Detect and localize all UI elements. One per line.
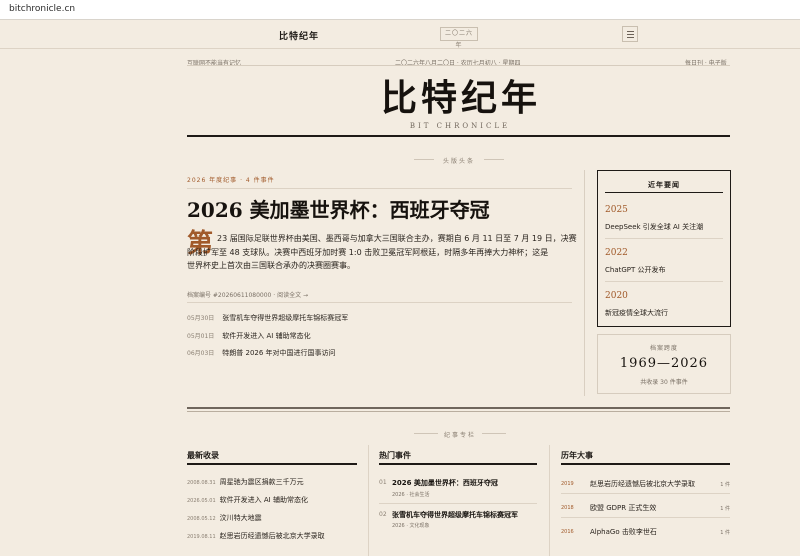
related-date: 05月01日 [187, 333, 215, 340]
divider [561, 493, 730, 494]
related-date: 05月30日 [187, 315, 215, 322]
item-title[interactable]: 赵思岩历经遗憾后被北京大学录取 [220, 532, 325, 540]
list-item[interactable]: 2026.05.01 软件开发进入 AI 辅助常态化 [187, 495, 308, 505]
section-label: 头版头条 [442, 158, 475, 165]
lead-headline[interactable]: 2026 美加墨世界杯：西班牙夺冠 [187, 196, 490, 224]
history-title[interactable]: AlphaGo 击败李世石 [590, 527, 657, 537]
history-year: 2018 [561, 505, 574, 511]
hot-sub: 2026 · 文化现象 [392, 523, 430, 529]
divider [561, 463, 730, 465]
history-count: 1 件 [720, 482, 730, 488]
related-item[interactable]: 05月01日 软件开发进入 AI 辅助常态化 [187, 331, 311, 341]
divider [484, 159, 504, 160]
divider [187, 188, 572, 189]
url-text[interactable]: bitchronicle.cn [9, 4, 75, 14]
address-bar[interactable] [0, 0, 800, 20]
item-date: 2026.05.01 [187, 498, 216, 504]
col-title-history: 历年大事 [561, 450, 593, 460]
lead-body-line: 世界杯史上首次由三国联合承办的决赛圈赛事。 [187, 261, 355, 270]
sidebar-title: 近年要闻 [648, 180, 680, 189]
divider [414, 159, 434, 160]
column-divider [549, 445, 550, 556]
archive-line: 档案编号 #20260611080000 · 阅读全文 → [187, 290, 308, 299]
history-count: 1 件 [720, 530, 730, 536]
history-title[interactable]: 欧盟 GDPR 正式生效 [590, 503, 656, 513]
related-item[interactable]: 05月30日 张雪机车夺得世界超级摩托车锦标赛冠军 [187, 313, 348, 323]
divider [379, 463, 537, 465]
history-year: 2019 [561, 481, 574, 487]
column-divider [584, 170, 585, 396]
related-title[interactable]: 张雪机车夺得世界超级摩托车锦标赛冠军 [222, 314, 348, 322]
lead-meta: 2026 年度纪事 · 4 件事件 [187, 177, 275, 184]
related-date: 06月03日 [187, 350, 215, 357]
item-title[interactable]: 汶川特大地震 [220, 514, 262, 522]
nav-brand[interactable]: 比特纪年 [279, 29, 319, 42]
col-title-latest: 最新收录 [187, 450, 219, 460]
sidebar-year: 2025 [605, 205, 628, 215]
col-title-hot: 热门事件 [379, 450, 411, 460]
masthead-subtitle: BIT CHRONICLE [409, 122, 511, 130]
item-date: 2019.08.11 [187, 534, 216, 540]
divider [605, 238, 723, 239]
divider [187, 135, 730, 137]
divider [187, 411, 730, 412]
menu-button[interactable] [622, 26, 638, 42]
divider [414, 433, 438, 434]
divider [605, 192, 723, 193]
item-date: 2008.05.12 [187, 516, 216, 522]
divider [482, 433, 506, 434]
divider [561, 517, 730, 518]
related-item[interactable]: 06月03日 特朗普 2026 年对中国进行国事访问 [187, 348, 336, 358]
sidebar-item[interactable]: ChatGPT 公开发布 [605, 265, 666, 275]
range-count: 共收录 30 件事件 [640, 379, 688, 386]
history-count: 1 件 [720, 506, 730, 512]
sidebar-item[interactable]: DeepSeek 引发全球 AI 关注潮 [605, 222, 703, 232]
hot-rank: 01 [379, 479, 387, 486]
hamburger-icon [627, 31, 634, 32]
divider [605, 281, 723, 282]
list-item[interactable]: 2019.08.11 赵思岩历经遗憾后被北京大学录取 [187, 531, 325, 541]
archive-id: 档案编号 #20260611080000 · [187, 292, 278, 299]
divider [187, 463, 357, 465]
hot-sub: 2026 · 社会生活 [392, 492, 430, 498]
sidebar-item[interactable]: 新冠疫情全球大流行 [605, 308, 668, 318]
read-more-link[interactable]: 阅读全文 → [277, 292, 308, 299]
sidebar-year: 2022 [605, 248, 628, 258]
divider [187, 407, 730, 409]
item-date: 2008.08.31 [187, 480, 216, 486]
lead-body-line: 阶段扩军至 48 支球队。决赛中西班牙加时赛 1:0 击败卫冕冠军阿根廷，时隔多… [187, 247, 549, 257]
sidebar-year: 2020 [605, 291, 628, 301]
top-nav [0, 20, 800, 49]
masthead-title: 比特纪年 [380, 77, 541, 119]
divider [187, 302, 572, 303]
divider [379, 503, 537, 504]
hamburger-icon [627, 37, 634, 38]
history-title[interactable]: 赵思岩历经遗憾后被北京大学录取 [590, 479, 695, 489]
hot-title[interactable]: 张雪机车夺得世界超级摩托车锦标赛冠军 [392, 510, 518, 520]
range-label: 档案跨度 [649, 345, 678, 352]
hot-rank: 02 [379, 511, 387, 518]
divider [187, 65, 730, 66]
lead-body-line: 23 届国际足联世界杯由美国、墨西哥与加拿大三国联合主办，赛期自 6 月 11 … [217, 234, 577, 243]
related-title[interactable]: 软件开发进入 AI 辅助常态化 [222, 332, 310, 340]
list-item[interactable]: 2008.05.12 汶川特大地震 [187, 513, 262, 523]
hamburger-icon [627, 34, 634, 35]
history-year: 2016 [561, 529, 574, 535]
columns-label: 纪事专栏 [443, 432, 476, 439]
year-selector[interactable]: 二〇二六 年 [440, 27, 478, 49]
item-title[interactable]: 周星驰为震区捐款三千万元 [220, 478, 304, 486]
column-divider [368, 445, 369, 556]
hot-title[interactable]: 2026 美加墨世界杯：西班牙夺冠 [392, 478, 498, 488]
item-title[interactable]: 软件开发进入 AI 辅助常态化 [220, 496, 308, 504]
list-item[interactable]: 2008.08.31 周星驰为震区捐款三千万元 [187, 477, 304, 487]
related-title[interactable]: 特朗普 2026 年对中国进行国事访问 [222, 349, 335, 357]
range-value: 1969—2026 [619, 356, 709, 371]
